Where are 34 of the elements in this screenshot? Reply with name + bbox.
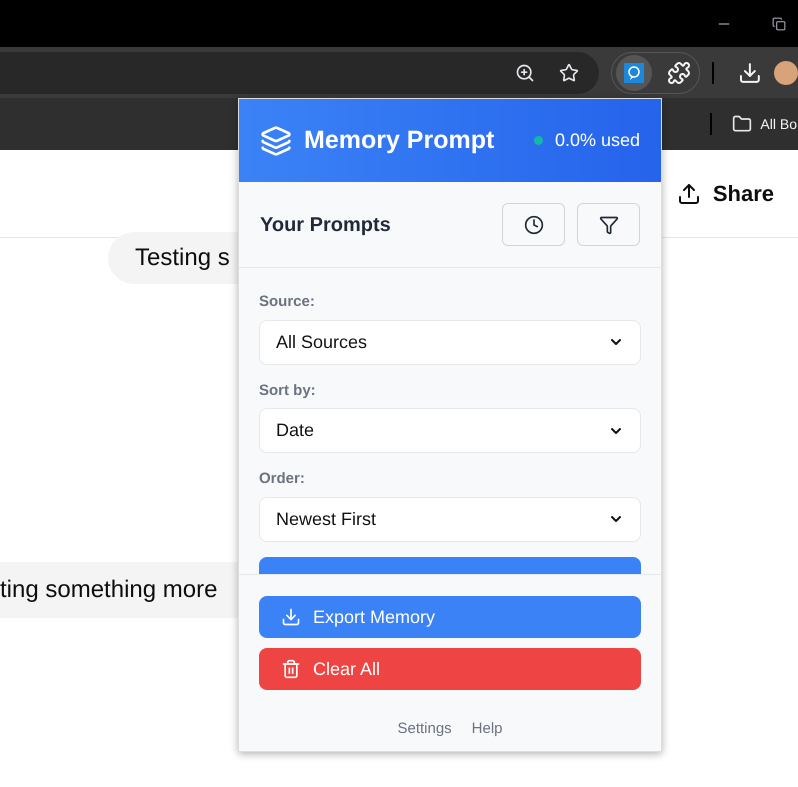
message-text: ting something more — [0, 575, 218, 605]
extensions-icon[interactable] — [667, 60, 692, 84]
share-button[interactable]: Share — [676, 177, 774, 210]
layers-icon — [260, 124, 292, 156]
extension-button[interactable] — [616, 54, 652, 90]
select-field[interactable]: Date — [259, 408, 641, 453]
extension-logo-icon — [624, 62, 644, 82]
profile-avatar[interactable] — [774, 60, 798, 84]
select-field[interactable]: All Sources — [259, 320, 641, 364]
message-text: Testing s — [135, 243, 230, 273]
download-icon[interactable] — [738, 60, 762, 84]
clear-button[interactable]: Clear All — [259, 648, 641, 690]
download-icon — [281, 607, 301, 627]
trash-icon — [281, 659, 301, 679]
bookmark-star-icon[interactable] — [559, 62, 580, 82]
zoom-icon[interactable] — [515, 62, 536, 82]
select-field[interactable]: Newest First — [259, 496, 641, 542]
field-label: Sort by: — [259, 380, 317, 400]
bookmark-folder[interactable]: All Bo — [760, 114, 798, 134]
clock-icon — [524, 214, 544, 234]
restore-icon[interactable] — [772, 16, 786, 30]
section-title: Your Prompts — [260, 212, 391, 238]
footer-link[interactable]: Settings — [397, 718, 452, 740]
field-label: Source: — [259, 292, 316, 312]
filter-icon — [598, 214, 618, 234]
history-button[interactable] — [502, 203, 565, 246]
popup-title: Memory Prompt — [304, 124, 494, 156]
filter-button[interactable] — [577, 203, 640, 246]
export-button[interactable]: Export Memory — [259, 596, 641, 638]
share-icon — [676, 182, 701, 206]
footer-link[interactable]: Help — [472, 718, 503, 740]
usage-text: 0.0% used — [554, 129, 640, 152]
field-label: Order: — [259, 469, 306, 489]
folder-icon[interactable] — [732, 114, 752, 134]
